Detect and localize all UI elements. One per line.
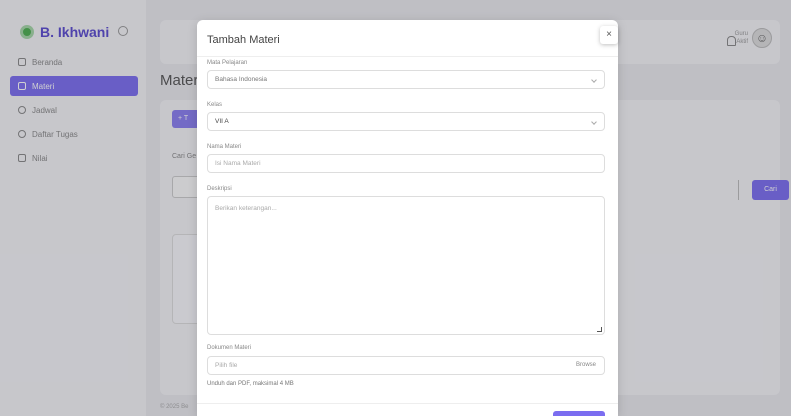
nama-materi-placeholder: Isi Nama Materi <box>215 160 261 167</box>
chevron-down-icon <box>591 119 597 125</box>
divider <box>197 56 618 57</box>
dokumen-file-input[interactable]: Pilih file Browse <box>207 356 605 375</box>
nama-materi-input[interactable]: Isi Nama Materi <box>207 154 605 173</box>
nama-materi-label: Nama Materi <box>207 144 242 150</box>
kelas-label: Kelas <box>207 102 223 108</box>
deskripsi-placeholder: Berikan keterangan... <box>215 205 277 212</box>
mapel-value: Bahasa Indonesia <box>215 76 268 83</box>
browse-button[interactable]: Browse <box>576 357 596 374</box>
deskripsi-textarea[interactable]: Berikan keterangan... <box>207 196 605 335</box>
save-button[interactable] <box>553 411 605 416</box>
dokumen-placeholder: Pilih file <box>215 362 238 369</box>
dokumen-help-text: Unduh dan PDF, maksimal 4 MB <box>207 381 294 387</box>
chevron-down-icon <box>591 77 597 83</box>
deskripsi-label: Deskripsi <box>207 186 232 192</box>
kelas-value: VII A <box>215 118 229 125</box>
divider <box>197 403 618 404</box>
tambah-materi-modal: Tambah Materi Mata Pelajaran Bahasa Indo… <box>197 20 618 416</box>
mapel-select[interactable]: Bahasa Indonesia <box>207 70 605 89</box>
resize-handle-icon[interactable] <box>597 327 602 332</box>
mapel-label: Mata Pelajaran <box>207 60 248 66</box>
dokumen-label: Dokumen Materi <box>207 345 252 351</box>
modal-title: Tambah Materi <box>207 34 280 46</box>
close-button[interactable]: × <box>600 26 618 44</box>
kelas-select[interactable]: VII A <box>207 112 605 131</box>
